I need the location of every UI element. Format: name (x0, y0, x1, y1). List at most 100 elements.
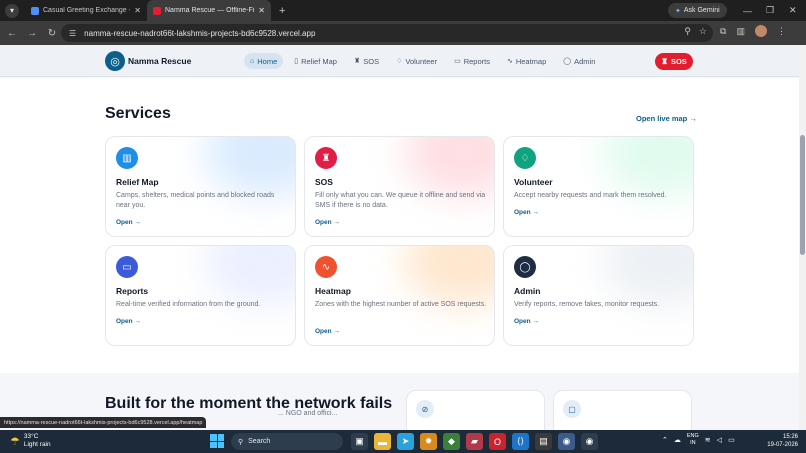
siren-icon: ♜ (661, 57, 668, 66)
card-description: Camps, shelters, medical points and bloc… (116, 192, 275, 209)
windows-start-icon[interactable] (210, 434, 224, 448)
lang-code: ENG (686, 433, 699, 439)
card-description: Real-time verified information from the … (116, 301, 261, 308)
service-card-heatmap[interactable]: ∿ Heatmap Zones with the highest number … (304, 245, 495, 346)
side-panel-icon[interactable]: ▥ (736, 26, 745, 37)
settings-gear-icon[interactable]: ✹ (420, 433, 437, 450)
service-card-sos[interactable]: ♜ SOS Fill only what you can. We queue i… (304, 136, 495, 237)
file-explorer-icon[interactable]: ▬ (374, 433, 391, 450)
main-nav: ⌂ Home ▯ Relief Map ♜ SOS ♢ Volunteer ▭ Repor… (244, 53, 606, 69)
card-title: Heatmap (315, 286, 351, 296)
ask-gemini-label: Ask Gemini (683, 7, 720, 14)
siren-icon: ♜ (315, 147, 337, 169)
nav-label: Volunteer (405, 56, 438, 66)
telegram-icon[interactable]: ➤ (397, 433, 414, 450)
volume-icon[interactable]: ◁ (717, 436, 722, 444)
card-title: Admin (514, 286, 541, 296)
vscode-icon[interactable]: ⟨⟩ (512, 433, 529, 450)
battery-icon[interactable]: ▭ (728, 436, 735, 444)
chrome-icon[interactable]: ◉ (558, 433, 575, 450)
system-clock[interactable]: 15:26 19-07-2026 (762, 433, 798, 449)
tab-close-icon[interactable]: ✕ (134, 6, 141, 15)
partial-text: ... NGO and offici... (278, 410, 338, 417)
terminal-icon[interactable]: ▤ (535, 433, 552, 450)
section-heading: Built for the moment the network fails (105, 395, 393, 412)
tab-close-icon[interactable]: ✕ (258, 6, 265, 15)
clock-time: 15:26 (782, 434, 798, 440)
task-view-icon[interactable]: ▣ (351, 433, 368, 450)
nav-item-relief-map[interactable]: ▯ Relief Map (288, 53, 343, 69)
service-card-relief-map[interactable]: ▥ Relief Map Camps, shelters, medical po… (105, 136, 296, 237)
back-icon[interactable]: ← (2, 28, 22, 39)
card-open-link[interactable]: Open → (514, 209, 539, 216)
handshake-icon: ♢ (514, 147, 536, 169)
brand-name[interactable]: Namma Rescue (128, 56, 191, 66)
tab-title: Namma Rescue — Offline-First (165, 7, 255, 14)
tab-favicon-icon (153, 6, 161, 15)
card-glow (603, 137, 693, 197)
cloud-icon[interactable]: ☁ (674, 436, 681, 444)
address-bar[interactable]: ☰ namma-rescue-nadrot66t-lakshmis-projec… (61, 24, 713, 42)
sos-button-label: SOS (670, 57, 687, 66)
service-card-volunteer[interactable]: ♢ Volunteer Accept nearby requests and m… (503, 136, 694, 237)
service-card-reports[interactable]: ▭ Reports Real-time verified information… (105, 245, 296, 346)
open-live-map-link[interactable]: Open live map → (636, 114, 697, 123)
region-code: IN (690, 440, 696, 446)
chrome-profile-icon[interactable]: ◉ (581, 433, 598, 450)
extensions-icon[interactable]: ⧉ (720, 26, 726, 37)
new-tab-icon[interactable]: + (279, 5, 285, 17)
nav-item-volunteer[interactable]: ♢ Volunteer (390, 53, 443, 69)
app-header: ◎ Namma Rescue ⌂ Home ▯ Relief Map ♜ SOS ♢ V… (0, 45, 799, 77)
card-glow (205, 137, 295, 197)
dev-tool-icon[interactable]: ◆ (443, 433, 460, 450)
system-tray: ⌃ ☁ ENG IN ≋ ◁ ▭ (662, 433, 735, 447)
taskbar-search[interactable]: ⚲ Search (231, 433, 343, 450)
lifebuoy-logo-icon[interactable]: ◎ (105, 51, 125, 71)
card-open-link[interactable]: Open → (116, 318, 141, 325)
reload-icon[interactable]: ↻ (42, 28, 62, 39)
card-title: Reports (116, 286, 149, 296)
wifi-icon[interactable]: ≋ (705, 436, 711, 444)
card-open-link[interactable]: Open → (315, 328, 340, 335)
windows-taskbar: ☂ 33°C Light rain ⚲ Search ▣ ▬ ➤ ✹ ◆ ▰ O… (0, 430, 806, 453)
language-indicator[interactable]: ENG IN (687, 433, 699, 447)
bookmark-star-icon[interactable]: ☆ (699, 26, 707, 37)
browser-tab-strip: ▾ Casual Greeting Exchange - Ge ✕ Namma … (0, 0, 806, 21)
chevron-up-icon[interactable]: ⌃ (662, 436, 668, 444)
card-open-link[interactable]: Open → (116, 219, 141, 226)
site-info-icon[interactable]: ☰ (69, 29, 76, 38)
more-menu-icon[interactable]: ⋮ (777, 26, 786, 37)
nav-label: SOS (363, 56, 380, 66)
location-icon[interactable]: ⚲ (684, 26, 691, 37)
rain-cloud-icon: ☂ (10, 435, 20, 448)
browser-toolbar: ← → ↻ ☰ namma-rescue-nadrot66t-lakshmis-… (0, 21, 806, 45)
sos-button[interactable]: ♜ SOS (655, 53, 693, 70)
browser-tab-active[interactable]: Namma Rescue — Offline-First ✕ (147, 0, 271, 21)
nav-item-admin[interactable]: ◯ Admin (557, 53, 601, 69)
card-open-link[interactable]: Open → (514, 318, 539, 325)
service-card-admin[interactable]: ◯ Admin Verify reports, remove fakes, mo… (503, 245, 694, 346)
nav-item-heatmap[interactable]: ∿ Heatmap (501, 53, 552, 69)
nav-item-home[interactable]: ⌂ Home (244, 53, 284, 69)
opera-icon[interactable]: O (489, 433, 506, 450)
page-scrollbar[interactable] (799, 45, 806, 430)
chat-bubble-icon: ▢ (563, 400, 581, 418)
map-icon: ▯ (294, 58, 299, 65)
forward-icon[interactable]: → (22, 28, 42, 39)
feature-card-offline: ⊘ (406, 390, 545, 430)
browser-tab[interactable]: Casual Greeting Exchange - Ge ✕ (25, 0, 147, 21)
jetbrains-icon[interactable]: ▰ (466, 433, 483, 450)
nav-item-sos[interactable]: ♜ SOS (348, 53, 385, 69)
close-window-icon[interactable]: ✕ (789, 0, 797, 21)
weather-widget[interactable]: ☂ 33°C Light rain (10, 433, 51, 449)
restore-icon[interactable]: ❐ (766, 0, 774, 21)
tab-search-menu-button[interactable]: ▾ (5, 3, 19, 18)
minimize-icon[interactable]: — (743, 0, 752, 21)
profile-avatar[interactable] (754, 25, 767, 37)
ask-gemini-button[interactable]: ✦ Ask Gemini (668, 3, 727, 18)
card-title: Relief Map (116, 177, 159, 187)
card-open-link[interactable]: Open → (315, 219, 340, 226)
nav-item-reports[interactable]: ▭ Reports (448, 53, 496, 69)
scrollbar-thumb[interactable] (800, 135, 805, 255)
activity-icon: ∿ (506, 58, 513, 65)
